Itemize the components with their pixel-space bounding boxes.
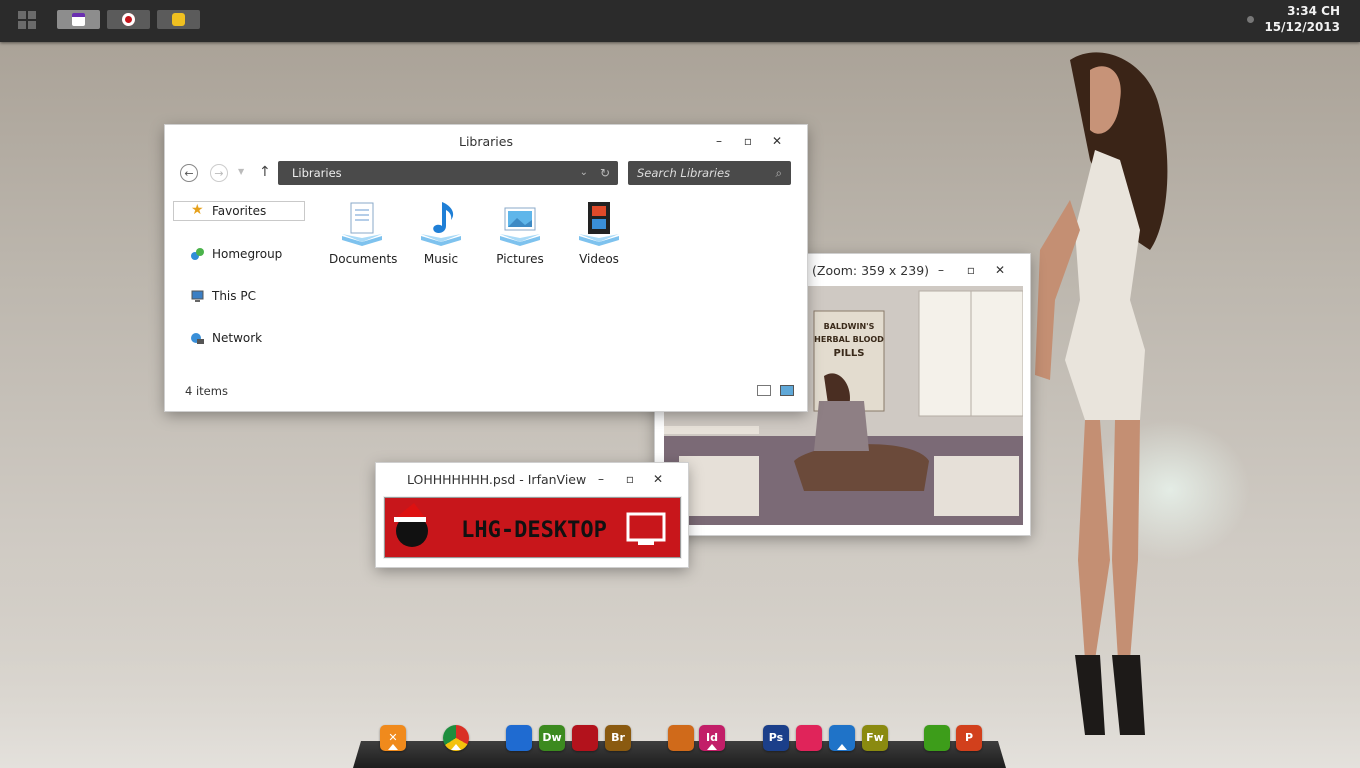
pictures-icon	[500, 207, 540, 246]
taskbar-button-target[interactable]	[107, 10, 150, 29]
poster-line-3: PILLS	[834, 348, 865, 359]
close-button[interactable]: ✕	[650, 471, 666, 487]
videos-icon	[579, 202, 619, 246]
library-label: Documents	[329, 252, 398, 266]
explorer-window: Libraries – ▫ ✕ ← → ▼ ↑ Libraries ⌄ ↻ Se…	[165, 125, 807, 411]
maximize-button[interactable]: ▫	[622, 471, 638, 487]
close-button[interactable]: ✕	[992, 262, 1008, 278]
maximize-button[interactable]: ▫	[740, 133, 756, 149]
banner-text: LHG-DESKTOP	[461, 518, 607, 543]
maximize-button[interactable]: ▫	[963, 262, 979, 278]
dock-icon-label: P	[964, 731, 974, 744]
forward-button[interactable]: →	[210, 164, 228, 182]
dock-running-indicator	[388, 744, 398, 750]
library-pictures[interactable]: Pictures	[487, 198, 553, 266]
dock-icon-label: Fw	[866, 731, 884, 744]
homegroup-icon	[191, 248, 204, 260]
taskbar-button-explorer[interactable]	[57, 10, 100, 29]
documents-icon	[342, 202, 382, 246]
minimize-button[interactable]: –	[933, 262, 949, 278]
dock-bridge-icon[interactable]: Br	[605, 725, 631, 751]
nav-label: Homegroup	[212, 247, 283, 261]
library-videos[interactable]: Videos	[566, 198, 632, 266]
large-icons-view-icon[interactable]	[780, 385, 794, 396]
top-taskbar: 3:34 CH 15/12/2013	[0, 0, 1360, 42]
minimize-button[interactable]: –	[593, 471, 609, 487]
dock-running-indicator	[451, 744, 461, 750]
address-dropdown-icon[interactable]: ⌄	[580, 161, 588, 185]
dock-media-icon[interactable]	[796, 725, 822, 751]
nav-label: Network	[212, 331, 263, 345]
nav-label: This PC	[212, 289, 256, 303]
clock-date: 15/12/2013	[1264, 20, 1340, 34]
dock-fireworks-icon[interactable]: Fw	[862, 725, 888, 751]
nav-item-favorites[interactable]: ★ Favorites	[173, 201, 305, 221]
search-icon: ⌕	[775, 166, 782, 180]
up-button[interactable]: ↑	[259, 164, 271, 180]
dock-running-indicator	[837, 744, 847, 750]
close-button[interactable]: ✕	[769, 133, 785, 149]
back-button[interactable]: ←	[180, 164, 198, 182]
library-label: Videos	[579, 252, 619, 266]
dock-utorrent-icon[interactable]	[924, 725, 950, 751]
nav-label: Favorites	[212, 204, 267, 218]
status-bar-text: 4 items	[185, 384, 228, 398]
address-bar[interactable]: Libraries ⌄ ↻	[278, 161, 618, 185]
notification-dot-icon[interactable]	[1247, 16, 1254, 23]
dock-powerpoint-icon[interactable]: P	[956, 725, 982, 751]
library-documents[interactable]: Documents	[329, 198, 398, 266]
details-view-icon[interactable]	[757, 385, 771, 396]
poster-line-2: HERBAL BLOOD	[814, 335, 884, 344]
dock-icon-label: Ps	[768, 731, 784, 744]
dock-dreamweaver-icon[interactable]: Dw	[539, 725, 565, 751]
recent-dropdown-icon[interactable]: ▼	[238, 167, 244, 176]
network-icon	[191, 333, 204, 344]
dock-running-indicator	[707, 744, 717, 750]
library-label: Pictures	[496, 252, 544, 266]
start-icon[interactable]	[18, 11, 36, 29]
library-label: Music	[423, 252, 459, 266]
dock-icon-label: Id	[706, 731, 718, 744]
psd-banner: LHG-DESKTOP	[383, 496, 682, 559]
clock[interactable]: 3:34 CH 15/12/2013	[1264, 3, 1340, 35]
dock-photoshop-icon[interactable]: Ps	[763, 725, 789, 751]
window-icon	[72, 13, 85, 26]
irfanview-window: LOHHHHHHH.psd - IrfanView – ▫ ✕ LHG-DESK…	[376, 463, 688, 567]
search-input[interactable]: Search Libraries ⌕	[628, 161, 791, 185]
dock-illustrator-like-icon[interactable]	[668, 725, 694, 751]
search-placeholder: Search Libraries	[637, 166, 731, 180]
dock-icon-label: ✕	[388, 731, 398, 744]
target-icon	[122, 13, 135, 26]
smile-icon	[172, 13, 185, 26]
music-icon	[421, 202, 461, 246]
computer-icon	[191, 290, 204, 302]
poster-line-1: BALDWIN'S	[824, 322, 875, 331]
library-music[interactable]: Music	[408, 198, 474, 266]
address-text: Libraries	[292, 166, 342, 180]
dock-icon-label: Br	[611, 731, 625, 744]
dock-flash-icon[interactable]	[572, 725, 598, 751]
star-icon: ★	[191, 202, 204, 218]
minimize-button[interactable]: –	[711, 133, 727, 149]
dock-firefox-icon[interactable]	[506, 725, 532, 751]
refresh-icon[interactable]: ↻	[600, 161, 610, 185]
taskbar-button-smile[interactable]	[157, 10, 200, 29]
dock-icon-label: Dw	[542, 731, 562, 744]
clock-time: 3:34 CH	[1287, 4, 1340, 18]
irfan-title: LOHHHHHHH.psd - IrfanView	[407, 472, 587, 487]
